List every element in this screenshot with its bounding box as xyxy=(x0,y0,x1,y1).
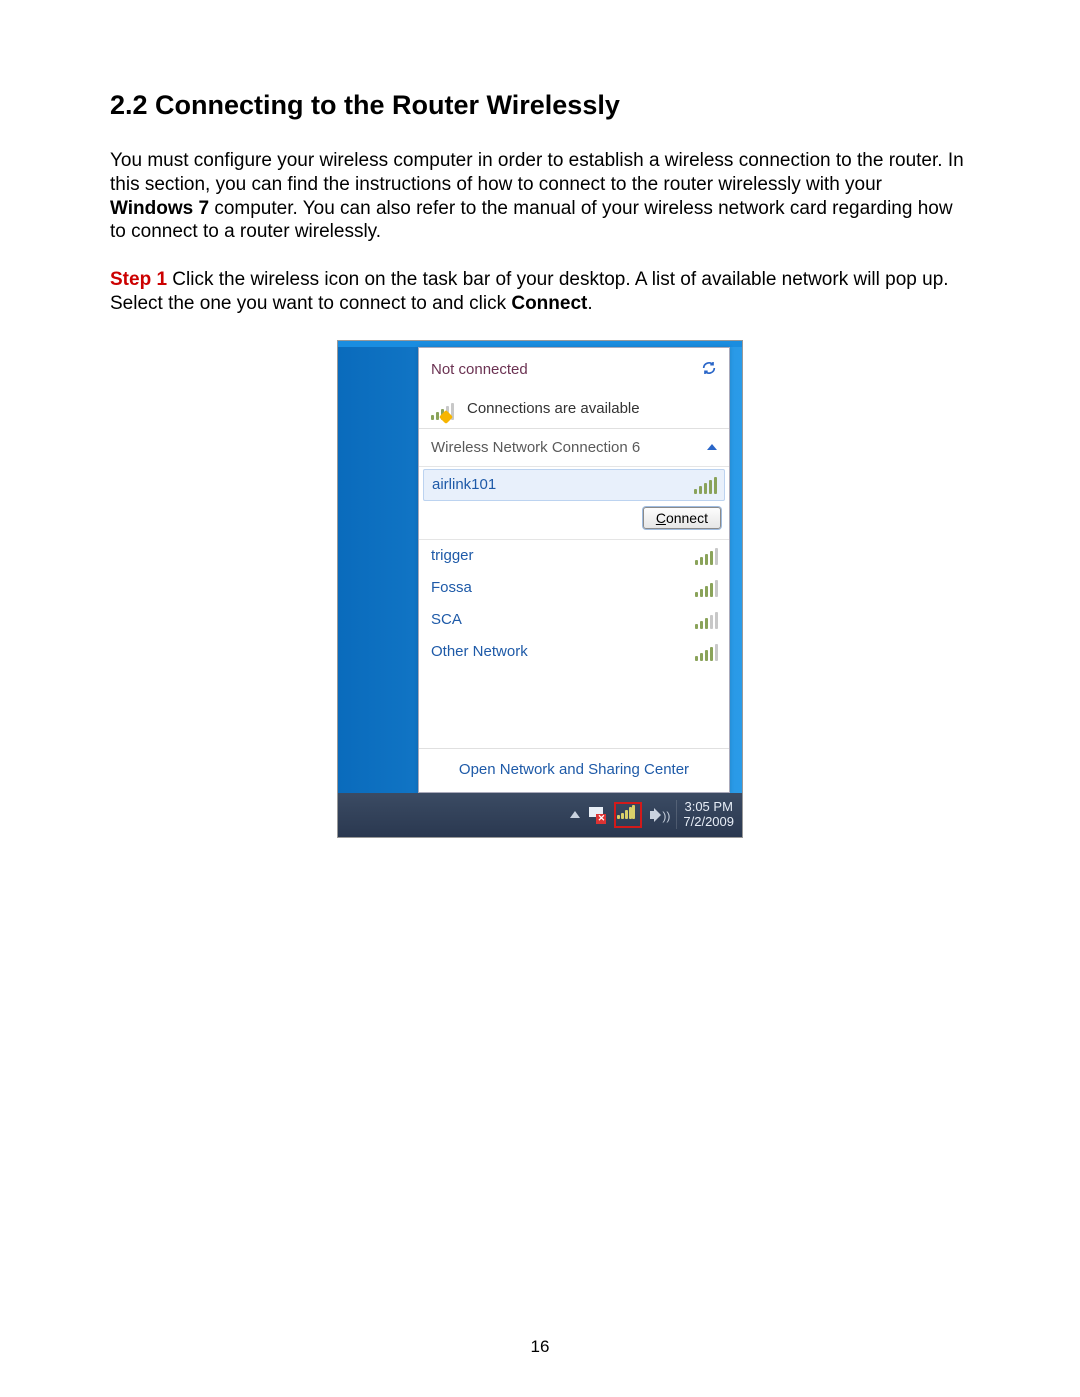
signal-icon xyxy=(695,611,717,629)
para1-os-bold: Windows 7 xyxy=(110,198,209,219)
taskbar-clock[interactable]: 3:05 PM 7/2/2009 xyxy=(676,800,734,830)
signal-icon xyxy=(694,476,716,494)
para1-text-a: You must configure your wireless compute… xyxy=(110,150,964,195)
taskbar-date: 7/2/2009 xyxy=(683,815,734,830)
action-center-icon[interactable]: ✕ xyxy=(588,806,606,824)
network-name: trigger xyxy=(431,547,474,564)
taskbar: ✕ )) 3:05 PM 7/2/2009 xyxy=(338,793,742,837)
adapter-header[interactable]: Wireless Network Connection 6 xyxy=(419,429,729,467)
network-item[interactable]: SCA xyxy=(419,604,729,636)
step1-connect-bold: Connect xyxy=(511,293,587,314)
status-text: Not connected xyxy=(431,361,528,378)
chevron-up-icon xyxy=(707,444,717,450)
refresh-icon[interactable] xyxy=(701,360,717,380)
network-name: SCA xyxy=(431,611,462,628)
network-name: Fossa xyxy=(431,579,472,596)
step1-paragraph: Step 1 Click the wireless icon on the ta… xyxy=(110,268,970,316)
step1-label: Step 1 xyxy=(110,269,167,290)
network-item-selected[interactable]: airlink101 xyxy=(423,469,725,501)
network-item[interactable]: Fossa xyxy=(419,572,729,604)
step1-text-b: . xyxy=(587,293,592,314)
section-heading: 2.2 Connecting to the Router Wirelessly xyxy=(110,90,970,121)
volume-icon[interactable]: )) xyxy=(650,807,668,823)
page-number: 16 xyxy=(0,1337,1080,1357)
network-name: Other Network xyxy=(431,643,528,660)
connect-button[interactable]: Connect xyxy=(643,507,721,529)
available-text: Connections are available xyxy=(467,400,640,417)
signal-icon xyxy=(695,579,717,597)
intro-paragraph: You must configure your wireless compute… xyxy=(110,149,970,244)
signal-available-icon xyxy=(431,398,457,420)
para1-text-b: computer. You can also refer to the manu… xyxy=(110,198,953,243)
network-item[interactable]: trigger xyxy=(419,540,729,572)
open-network-center-link[interactable]: Open Network and Sharing Center xyxy=(419,748,729,792)
network-tray-icon[interactable] xyxy=(614,802,642,828)
network-item[interactable]: Other Network xyxy=(419,636,729,668)
signal-icon xyxy=(695,547,717,565)
network-name: airlink101 xyxy=(432,476,496,493)
adapter-name: Wireless Network Connection 6 xyxy=(431,439,640,456)
signal-icon xyxy=(695,643,717,661)
taskbar-time: 3:05 PM xyxy=(683,800,734,815)
tray-overflow-icon[interactable] xyxy=(570,811,580,818)
network-flyout: Not connected xyxy=(418,347,730,793)
screenshot: Not connected xyxy=(337,340,743,838)
